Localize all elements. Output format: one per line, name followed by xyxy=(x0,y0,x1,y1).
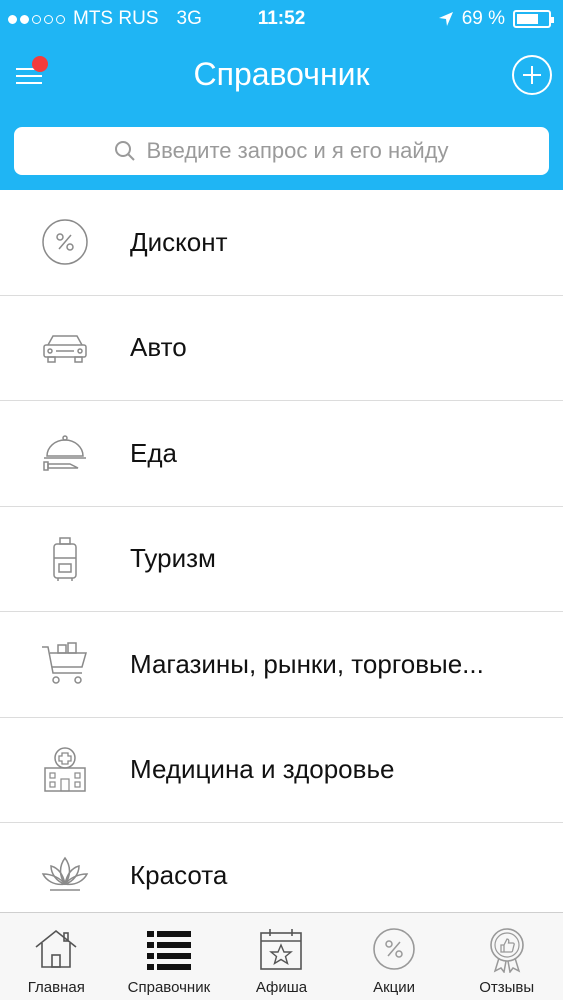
category-item-tourism[interactable]: Туризм xyxy=(0,507,563,612)
calendar-star-icon xyxy=(260,929,303,970)
hospital-icon xyxy=(44,747,86,792)
battery-percent: 69 % xyxy=(461,8,505,29)
category-label: Авто xyxy=(130,332,187,363)
percent-icon xyxy=(42,219,88,265)
tab-promotions[interactable]: Акции xyxy=(338,913,451,1000)
category-item-medicine[interactable]: Медицина и здоровье xyxy=(0,718,563,823)
tab-reviews[interactable]: Отзывы xyxy=(450,913,563,1000)
tab-label: Акции xyxy=(373,979,416,996)
badge-like-icon xyxy=(489,928,524,973)
tab-label: Главная xyxy=(27,979,85,996)
category-label: Туризм xyxy=(130,543,216,574)
search-input[interactable]: Введите запрос и я его найду xyxy=(14,127,549,175)
category-item-auto[interactable]: Авто xyxy=(0,296,563,401)
category-label: Красота xyxy=(130,859,228,890)
food-cloche-icon xyxy=(43,435,86,471)
add-button[interactable] xyxy=(512,55,552,95)
tab-label: Справочник xyxy=(127,979,211,996)
list-icon xyxy=(146,931,191,970)
category-label: Дисконт xyxy=(130,226,228,257)
tab-directory[interactable]: Справочник xyxy=(113,913,226,1000)
location-arrow-icon xyxy=(438,12,453,26)
tab-events[interactable]: Афиша xyxy=(225,913,338,1000)
status-bar: MTS RUS 3G 11:52 69 % xyxy=(0,0,563,38)
category-list: Дисконт Авто Еда Туризм Магазины, рынки,… xyxy=(0,190,563,929)
app-header: MTS RUS 3G 11:52 69 % Справочник Введите… xyxy=(0,0,563,190)
tab-label: Отзывы xyxy=(479,979,535,996)
search-placeholder: Введите запрос и я его найду xyxy=(146,138,449,163)
percent-icon xyxy=(373,928,415,970)
car-icon xyxy=(43,335,87,363)
tab-label: Афиша xyxy=(255,979,308,996)
category-label: Магазины, рынки, торговые... xyxy=(130,648,484,679)
page-title: Справочник xyxy=(193,56,370,92)
suitcase-icon xyxy=(53,537,77,581)
home-icon xyxy=(35,929,77,968)
category-item-discount[interactable]: Дисконт xyxy=(0,190,563,296)
battery-icon xyxy=(513,10,554,28)
category-label: Еда xyxy=(130,437,177,468)
tab-bar: Главная Справочник Афиша Акции Отзывы xyxy=(0,912,563,1000)
tab-home[interactable]: Главная xyxy=(0,913,113,1000)
category-item-shops[interactable]: Магазины, рынки, торговые... xyxy=(0,612,563,718)
search-icon xyxy=(115,141,136,161)
category-label: Медицина и здоровье xyxy=(130,754,395,785)
cart-icon xyxy=(42,642,87,684)
category-item-food[interactable]: Еда xyxy=(0,401,563,507)
lotus-icon xyxy=(41,856,89,891)
